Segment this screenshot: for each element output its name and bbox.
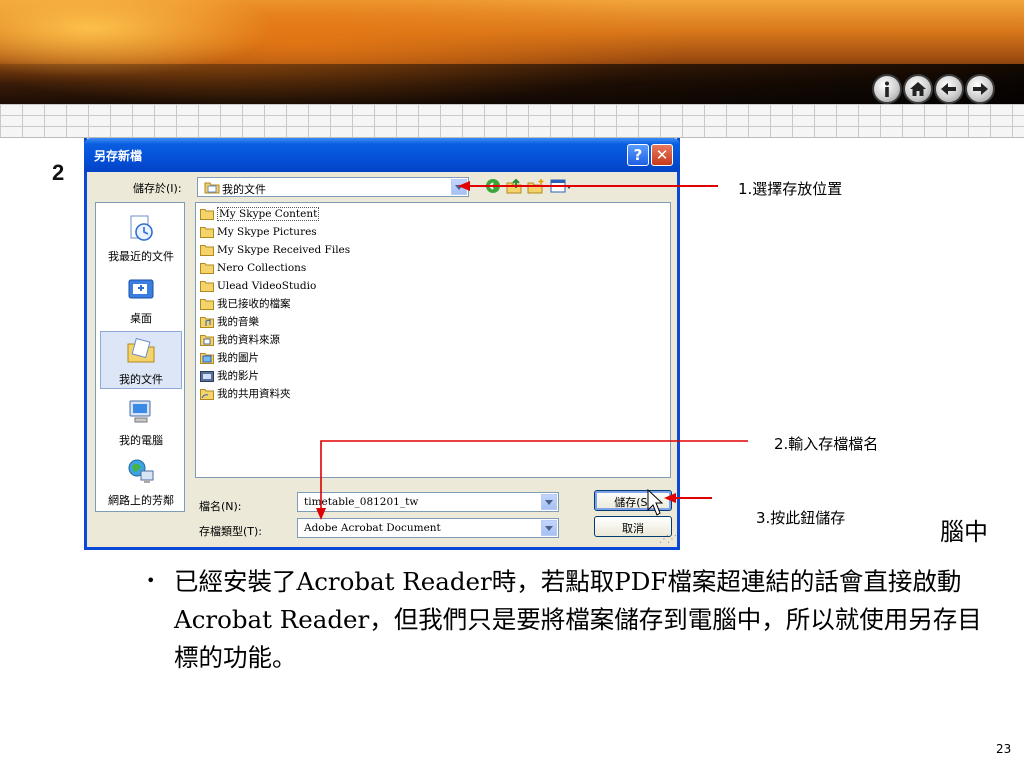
dialog-toolbar: [485, 178, 572, 194]
place-network-places[interactable]: 網路上的芳鄰: [100, 453, 182, 511]
slide-grid-bar: [0, 104, 1024, 138]
go-back-icon[interactable]: [485, 178, 501, 194]
forward-icon[interactable]: [965, 74, 995, 104]
list-item[interactable]: 我的資料來源: [200, 331, 280, 348]
place-label: 我最近的文件: [108, 250, 174, 263]
list-item[interactable]: 我的音樂: [200, 313, 259, 330]
back-icon[interactable]: [934, 74, 964, 104]
list-item[interactable]: 我的共用資料夾: [200, 385, 291, 402]
chevron-down-icon[interactable]: [451, 179, 467, 195]
list-item[interactable]: My Skype Pictures: [200, 223, 317, 240]
bullet-paragraph: • 已經安裝了Acrobat Reader時，若點取PDF檔案超連結的話會直接啟動…: [146, 562, 1006, 677]
list-item[interactable]: Ulead VideoStudio: [200, 277, 316, 294]
home-icon[interactable]: [903, 74, 933, 104]
views-menu-icon[interactable]: [550, 178, 572, 194]
resize-grip[interactable]: ⋰⋰: [659, 534, 677, 545]
save-in-select[interactable]: 我的文件: [197, 177, 469, 197]
folder-icon: [200, 280, 214, 292]
folder-icon: [200, 298, 214, 310]
place-my-computer[interactable]: 我的電腦: [100, 393, 182, 451]
dialog-title: 另存新檔: [94, 149, 143, 163]
new-folder-icon[interactable]: [527, 178, 545, 194]
places-bar: 我最近的文件 桌面 我的文件 我的電腦 網路上的芳鄰: [95, 202, 185, 512]
list-item[interactable]: 我的圖片: [200, 349, 259, 366]
my-computer-icon: [129, 400, 151, 423]
pictures-folder-icon: [200, 352, 214, 364]
save-button[interactable]: 儲存(S): [594, 490, 672, 511]
list-item[interactable]: 我的影片: [200, 367, 259, 384]
bullet-dot: •: [146, 571, 156, 590]
list-item[interactable]: 我已接收的檔案: [200, 295, 291, 312]
place-label: 桌面: [130, 312, 152, 325]
dialog-titlebar[interactable]: 另存新檔 ? ✕: [84, 138, 680, 172]
place-recent-documents[interactable]: 我最近的文件: [100, 209, 182, 267]
close-icon: ✕: [655, 146, 669, 164]
annotation-step2: 2.輸入存檔檔名: [774, 435, 879, 453]
list-item[interactable]: My Skype Content: [200, 205, 320, 222]
data-sources-folder-icon: [200, 334, 214, 346]
list-item[interactable]: Nero Collections: [200, 259, 306, 276]
place-my-documents[interactable]: 我的文件: [100, 331, 182, 389]
desktop-icon: [128, 279, 154, 299]
step-number: 2: [52, 160, 65, 185]
chevron-down-icon[interactable]: [541, 494, 557, 510]
videos-folder-icon: [200, 370, 214, 382]
filename-input[interactable]: timetable_081201_tw: [297, 492, 559, 512]
close-button[interactable]: ✕: [651, 144, 673, 166]
obscured-text: 腦中: [940, 518, 988, 546]
save-in-label: 儲存於(I):: [133, 182, 182, 195]
bullet-text: 已經安裝了Acrobat Reader時，若點取PDF檔案超連結的話會直接啟動A…: [174, 567, 982, 672]
place-label: 我的電腦: [119, 434, 163, 447]
filetype-label: 存檔類型(T):: [199, 525, 263, 538]
my-documents-icon: [204, 182, 220, 194]
place-label: 網路上的芳鄰: [108, 494, 174, 507]
filetype-select[interactable]: Adobe Acrobat Document: [297, 518, 559, 538]
info-icon[interactable]: [872, 74, 902, 104]
folder-icon: [200, 262, 214, 274]
place-label: 我的文件: [119, 373, 163, 386]
help-button[interactable]: ?: [627, 144, 649, 166]
annotation-step1: 1.選擇存放位置: [738, 180, 843, 198]
save-as-dialog: 另存新檔 ? ✕ 儲存於(I): 我的文件 我最近的文件 桌面 我的文件 我的電…: [84, 138, 680, 550]
slide-navigation: [872, 74, 995, 104]
folder-icon: [200, 226, 214, 238]
up-folder-icon[interactable]: [506, 178, 522, 194]
page-number: 23: [996, 742, 1012, 756]
my-documents-icon: [127, 337, 155, 363]
slide-banner: [0, 0, 1024, 104]
shared-folder-icon: [200, 388, 214, 400]
place-desktop[interactable]: 桌面: [100, 271, 182, 329]
file-list[interactable]: My Skype Content My Skype Pictures My Sk…: [195, 202, 671, 478]
list-item[interactable]: My Skype Received Files: [200, 241, 350, 258]
chevron-down-icon[interactable]: [541, 520, 557, 536]
music-folder-icon: [200, 316, 214, 328]
filename-label: 檔名(N):: [199, 500, 242, 513]
folder-icon: [200, 244, 214, 256]
save-in-value: 我的文件: [222, 183, 266, 196]
folder-icon: [200, 208, 214, 220]
network-places-icon: [128, 459, 154, 483]
annotation-step3: 3.按此鈕儲存: [756, 509, 846, 527]
recent-documents-icon: [130, 215, 153, 241]
